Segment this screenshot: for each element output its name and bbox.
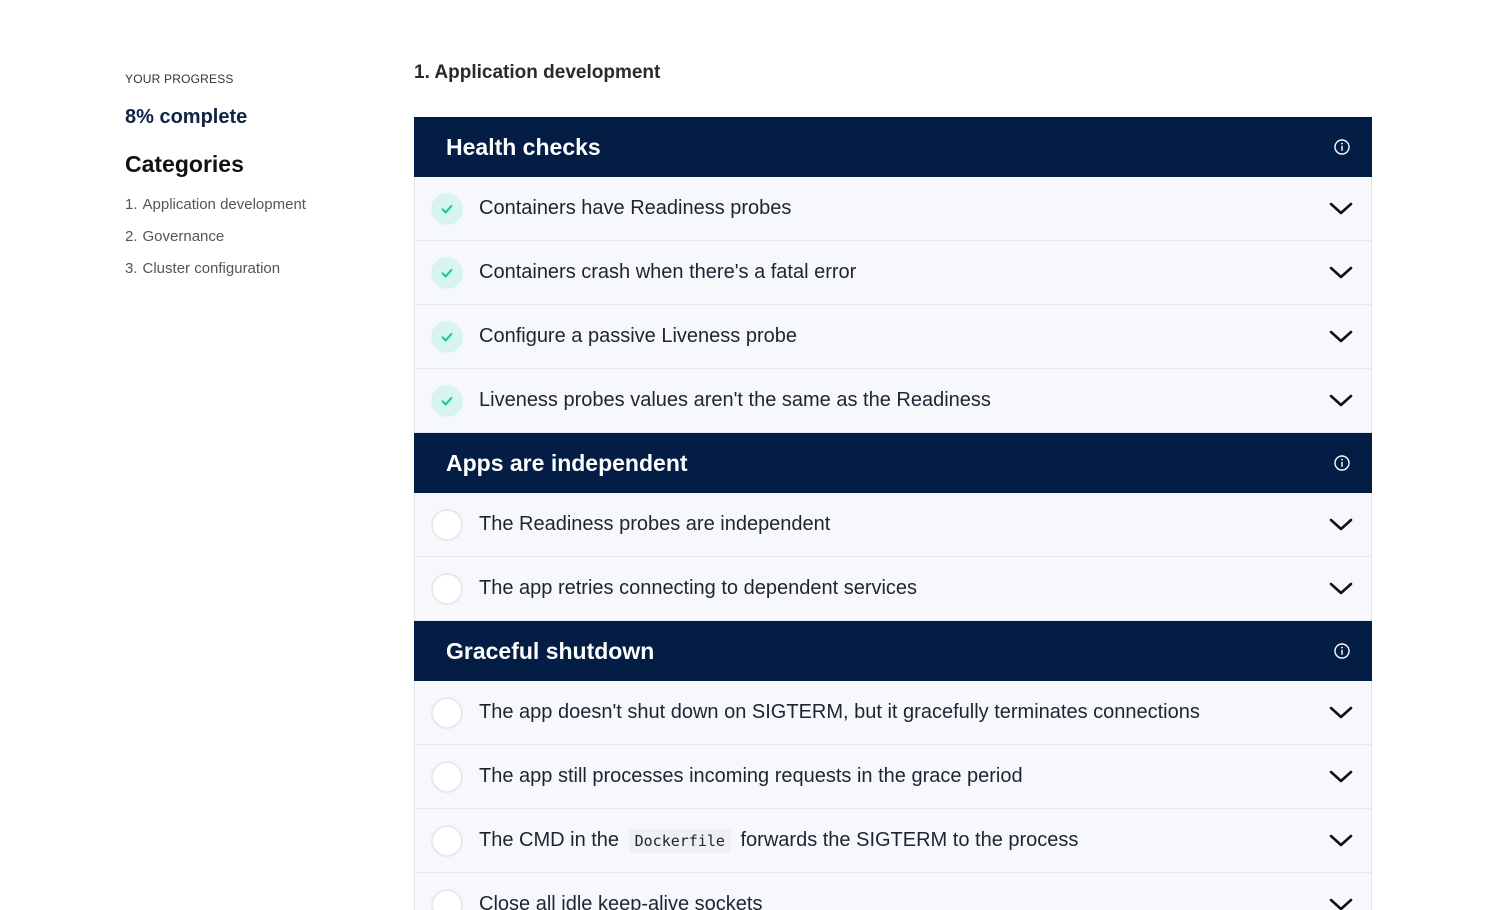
chevron-down-icon[interactable] bbox=[1329, 705, 1353, 721]
check-icon[interactable] bbox=[431, 824, 463, 857]
group-title: Apps are independent bbox=[446, 449, 688, 476]
chevron-down-icon[interactable] bbox=[1329, 201, 1353, 217]
check-icon[interactable] bbox=[431, 320, 463, 353]
info-circle-icon[interactable] bbox=[1334, 455, 1350, 471]
chevron-down-icon[interactable] bbox=[1329, 329, 1353, 345]
check-icon[interactable] bbox=[431, 888, 463, 910]
item-text: Containers crash when there's a fatal er… bbox=[479, 261, 857, 283]
check-icon[interactable] bbox=[431, 572, 463, 605]
info-circle-icon[interactable] bbox=[1334, 139, 1350, 155]
checklist-item[interactable]: The app doesn't shut down on SIGTERM, bu… bbox=[414, 681, 1372, 745]
item-text: Close all idle keep-alive sockets bbox=[479, 893, 763, 910]
progress-value: 8% complete bbox=[125, 106, 248, 128]
check-icon[interactable] bbox=[431, 256, 463, 289]
check-icon[interactable] bbox=[431, 508, 463, 541]
chevron-down-icon[interactable] bbox=[1329, 769, 1353, 785]
checklist-item[interactable]: The CMD in the Dockerfile forwards the S… bbox=[414, 809, 1372, 873]
item-text: Containers have Readiness probes bbox=[479, 197, 792, 219]
check-icon[interactable] bbox=[431, 192, 463, 225]
category-item-governance[interactable]: 2. Governance bbox=[125, 228, 385, 245]
chevron-down-icon[interactable] bbox=[1329, 581, 1353, 597]
sidebar: YOUR PROGRESS 8% complete Categories 1. A… bbox=[125, 72, 385, 292]
checklist-item[interactable]: Containers crash when there's a fatal er… bbox=[414, 241, 1372, 305]
checklist-item[interactable]: Close all idle keep-alive sockets bbox=[414, 873, 1372, 910]
group-title: Health checks bbox=[446, 133, 601, 160]
item-text: Liveness probes values aren't the same a… bbox=[479, 389, 991, 411]
checklist-item[interactable]: Containers have Readiness probes bbox=[414, 177, 1372, 241]
section-title: 1. Application development bbox=[414, 62, 661, 83]
category-item-application-development[interactable]: 1. Application development bbox=[125, 196, 385, 213]
categories-title: Categories bbox=[125, 151, 244, 177]
checklist-item[interactable]: The app retries connecting to dependent … bbox=[414, 557, 1372, 621]
chevron-down-icon[interactable] bbox=[1329, 517, 1353, 533]
group-header-apps-are-independent: Apps are independent bbox=[414, 433, 1372, 493]
item-text: The app doesn't shut down on SIGTERM, bu… bbox=[479, 701, 1200, 723]
info-circle-icon[interactable] bbox=[1334, 643, 1350, 659]
item-text: The Readiness probes are independent bbox=[479, 513, 831, 535]
chevron-down-icon[interactable] bbox=[1329, 393, 1353, 409]
item-text: The CMD in the Dockerfile forwards the S… bbox=[479, 829, 1079, 853]
checklist-item[interactable]: The app still processes incoming request… bbox=[414, 745, 1372, 809]
check-icon[interactable] bbox=[431, 760, 463, 793]
progress-label: YOUR PROGRESS bbox=[125, 72, 234, 86]
chevron-down-icon[interactable] bbox=[1329, 897, 1353, 910]
chevron-down-icon[interactable] bbox=[1329, 265, 1353, 281]
item-text: The app retries connecting to dependent … bbox=[479, 577, 918, 599]
group-header-graceful-shutdown: Graceful shutdown bbox=[414, 621, 1372, 681]
item-text: The app still processes incoming request… bbox=[479, 765, 1023, 787]
group-title: Graceful shutdown bbox=[446, 637, 655, 664]
category-list: 1. Application development 2. Governance 3… bbox=[125, 196, 385, 277]
checklist-item[interactable]: The Readiness probes are independent bbox=[414, 493, 1372, 557]
check-icon[interactable] bbox=[431, 384, 463, 417]
code-snippet: Dockerfile bbox=[628, 829, 731, 853]
check-icon[interactable] bbox=[431, 696, 463, 729]
main-content: 1. Application development Health checks… bbox=[414, 62, 1372, 910]
checklist-item[interactable]: Liveness probes values aren't the same a… bbox=[414, 369, 1372, 433]
chevron-down-icon[interactable] bbox=[1329, 833, 1353, 849]
item-text: Configure a passive Liveness probe bbox=[479, 325, 797, 347]
category-item-cluster-configuration[interactable]: 3. Cluster configuration bbox=[125, 260, 385, 277]
group-header-health-checks: Health checks bbox=[414, 117, 1372, 177]
checklist-item[interactable]: Configure a passive Liveness probe bbox=[414, 305, 1372, 369]
checklist-page: YOUR PROGRESS 8% complete Categories 1. A… bbox=[0, 0, 1500, 910]
